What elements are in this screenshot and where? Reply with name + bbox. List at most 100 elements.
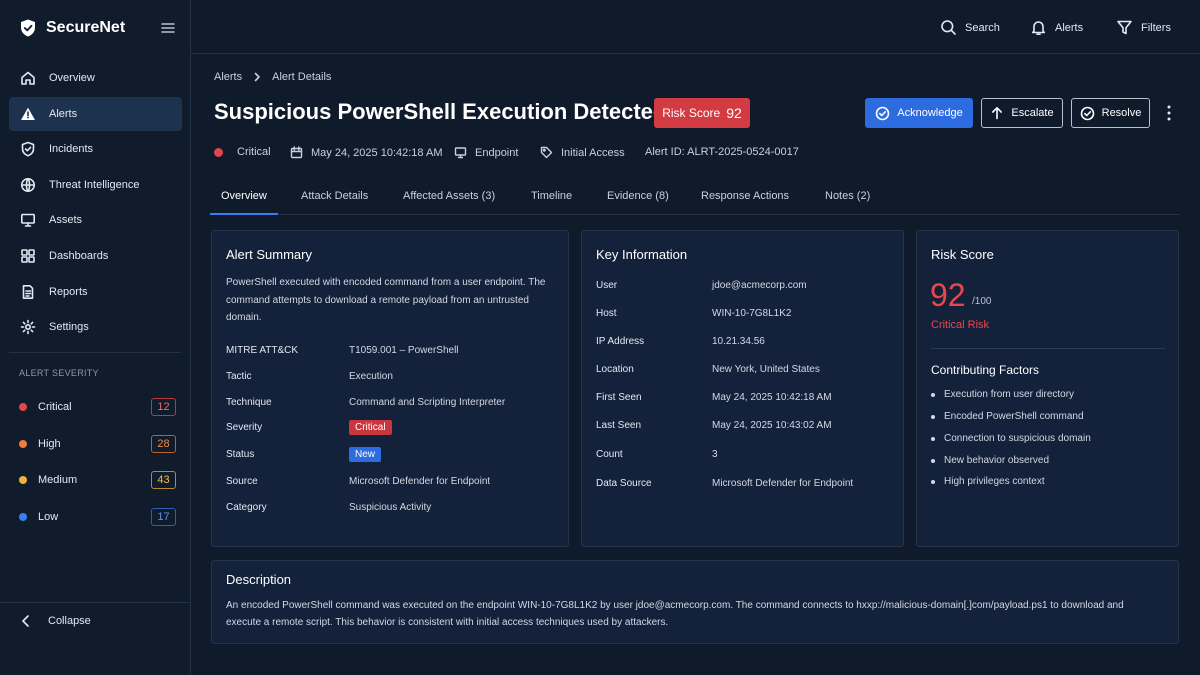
meta-severity: Critical	[214, 146, 271, 158]
search-button[interactable]: Search	[940, 19, 1000, 36]
chevron-right-icon	[252, 72, 262, 82]
search-icon	[940, 19, 957, 36]
meta-datetime-label: May 24, 2025 10:42:18 AM	[311, 146, 443, 159]
bullet-icon	[931, 414, 935, 419]
filters-button[interactable]: Filters	[1116, 19, 1171, 36]
check-circle-icon	[1080, 106, 1095, 121]
sidebar: SecureNet Overview Alerts Incidents Thre…	[0, 0, 191, 675]
tab-evidence[interactable]: Evidence (8)	[607, 190, 669, 202]
severity-dot-icon	[214, 147, 223, 157]
summary-value: T1059.001 – PowerShell	[349, 345, 459, 356]
alerts-label: Alerts	[1055, 21, 1084, 34]
severity-dot-critical	[19, 403, 27, 412]
summary-row: MITRE ATT&CK T1059.001 – PowerShell	[226, 345, 459, 356]
divider	[931, 348, 1165, 349]
sidebar-item-settings[interactable]: Settings	[9, 310, 182, 344]
sidebar-item-incidents[interactable]: Incidents	[9, 132, 182, 166]
sidebar-nav: Overview Alerts Incidents Threat Intelli…	[9, 61, 182, 346]
card-title: Description	[226, 572, 292, 587]
severity-filter-critical[interactable]: Critical 12	[19, 389, 176, 426]
factor-item: High privileges context	[931, 476, 1045, 487]
collapse-label: Collapse	[48, 615, 91, 627]
summary-row: Tactic Execution	[226, 371, 393, 382]
meta-alert-id: Alert ID: ALRT-2025-0524-0017	[645, 146, 799, 158]
severity-count: 43	[151, 471, 176, 490]
acknowledge-button[interactable]: Acknowledge	[865, 98, 973, 128]
summary-row: Technique Command and Scripting Interpre…	[226, 397, 505, 408]
severity-filter-high[interactable]: High 28	[19, 426, 176, 463]
summary-key: Source	[226, 476, 258, 487]
key-info-row: Location New York, United States	[596, 364, 820, 375]
sidebar-item-reports[interactable]: Reports	[9, 275, 182, 309]
sidebar-item-dashboards[interactable]: Dashboards	[9, 239, 182, 273]
card-title: Alert Summary	[226, 247, 312, 262]
tab-notes[interactable]: Notes (2)	[825, 190, 870, 202]
summary-value: Execution	[349, 371, 393, 382]
escalate-button[interactable]: Escalate	[981, 98, 1063, 128]
risk-score-badge: Risk Score 92	[654, 98, 750, 128]
risk-score-badge-label: Risk Score	[662, 106, 721, 120]
severity-filter-medium[interactable]: Medium 43	[19, 462, 176, 499]
sidebar-item-overview[interactable]: Overview	[9, 61, 182, 95]
summary-row: Source Microsoft Defender for Endpoint	[226, 476, 490, 487]
card-title: Key Information	[596, 247, 688, 262]
tab-overview[interactable]: Overview	[221, 190, 267, 202]
collapse-sidebar-button[interactable]: Collapse	[20, 614, 91, 628]
more-options-icon[interactable]	[1163, 103, 1175, 123]
shield-check-icon	[18, 18, 38, 38]
tab-timeline[interactable]: Timeline	[531, 190, 572, 202]
chevron-left-icon	[20, 614, 32, 628]
sidebar-item-assets[interactable]: Assets	[9, 203, 182, 237]
summary-row: Category Suspicious Activity	[226, 502, 431, 513]
search-label: Search	[965, 21, 1000, 34]
meta-type: Endpoint	[454, 146, 518, 159]
escalate-label: Escalate	[1011, 107, 1054, 119]
sidebar-item-label: Incidents	[49, 143, 94, 156]
summary-value: Suspicious Activity	[349, 502, 432, 513]
key-info-value: 10.21.34.56	[712, 336, 765, 347]
severity-label: Medium	[38, 474, 78, 487]
sidebar-item-label: Threat Intelligence	[49, 178, 140, 191]
summary-text: PowerShell executed with encoded command…	[226, 277, 546, 323]
document-icon	[20, 284, 36, 300]
home-icon	[20, 70, 36, 86]
sidebar-item-threat-intelligence[interactable]: Threat Intelligence	[9, 168, 182, 202]
key-info-value: New York, United States	[712, 364, 820, 375]
tab-attack-details[interactable]: Attack Details	[301, 190, 368, 202]
factor-item: Connection to suspicious domain	[931, 433, 1091, 444]
severity-count: 17	[151, 507, 176, 526]
page-title: Suspicious PowerShell Execution Detected	[214, 99, 667, 124]
summary-row: Status New	[226, 447, 382, 462]
meta-alert-id-label: Alert ID: ALRT-2025-0524-0017	[645, 146, 799, 158]
key-info-key: Host	[596, 308, 617, 319]
key-info-value: jdoe@acmecorp.com	[712, 280, 807, 291]
factor-label: Execution from user directory	[944, 389, 1075, 400]
breadcrumb-current: Alert Details	[272, 71, 332, 83]
key-info-row: User jdoe@acmecorp.com	[596, 280, 807, 291]
meta-datetime: May 24, 2025 10:42:18 AM	[290, 146, 442, 159]
bullet-icon	[931, 436, 935, 441]
resolve-button[interactable]: Resolve	[1071, 98, 1150, 128]
severity-filter-low[interactable]: Low 17	[19, 499, 176, 536]
breadcrumb: Alerts Alert Details	[214, 71, 331, 83]
factor-label: New behavior observed	[944, 455, 1050, 466]
sidebar-item-alerts[interactable]: Alerts	[9, 96, 182, 131]
globe-icon	[20, 177, 36, 193]
risk-score-badge-value: 92	[726, 105, 742, 121]
key-info-key: User	[596, 280, 618, 291]
breadcrumb-alerts-link[interactable]: Alerts	[214, 71, 242, 83]
summary-key: Tactic	[226, 371, 252, 382]
severity-label: Low	[38, 510, 59, 523]
severity-count: 12	[151, 398, 176, 417]
meta-stage: Initial Access	[540, 146, 625, 159]
monitor-icon	[454, 146, 467, 159]
tab-response-actions[interactable]: Response Actions	[701, 190, 789, 202]
hamburger-menu-icon[interactable]	[160, 20, 176, 36]
summary-value: Microsoft Defender for Endpoint	[349, 476, 491, 487]
factor-item: New behavior observed	[931, 455, 1049, 466]
filter-icon	[1116, 19, 1133, 36]
brand[interactable]: SecureNet	[18, 18, 125, 38]
tab-affected-assets[interactable]: Affected Assets (3)	[403, 190, 495, 202]
summary-key: Status	[226, 449, 255, 460]
alerts-button[interactable]: Alerts	[1030, 19, 1083, 36]
